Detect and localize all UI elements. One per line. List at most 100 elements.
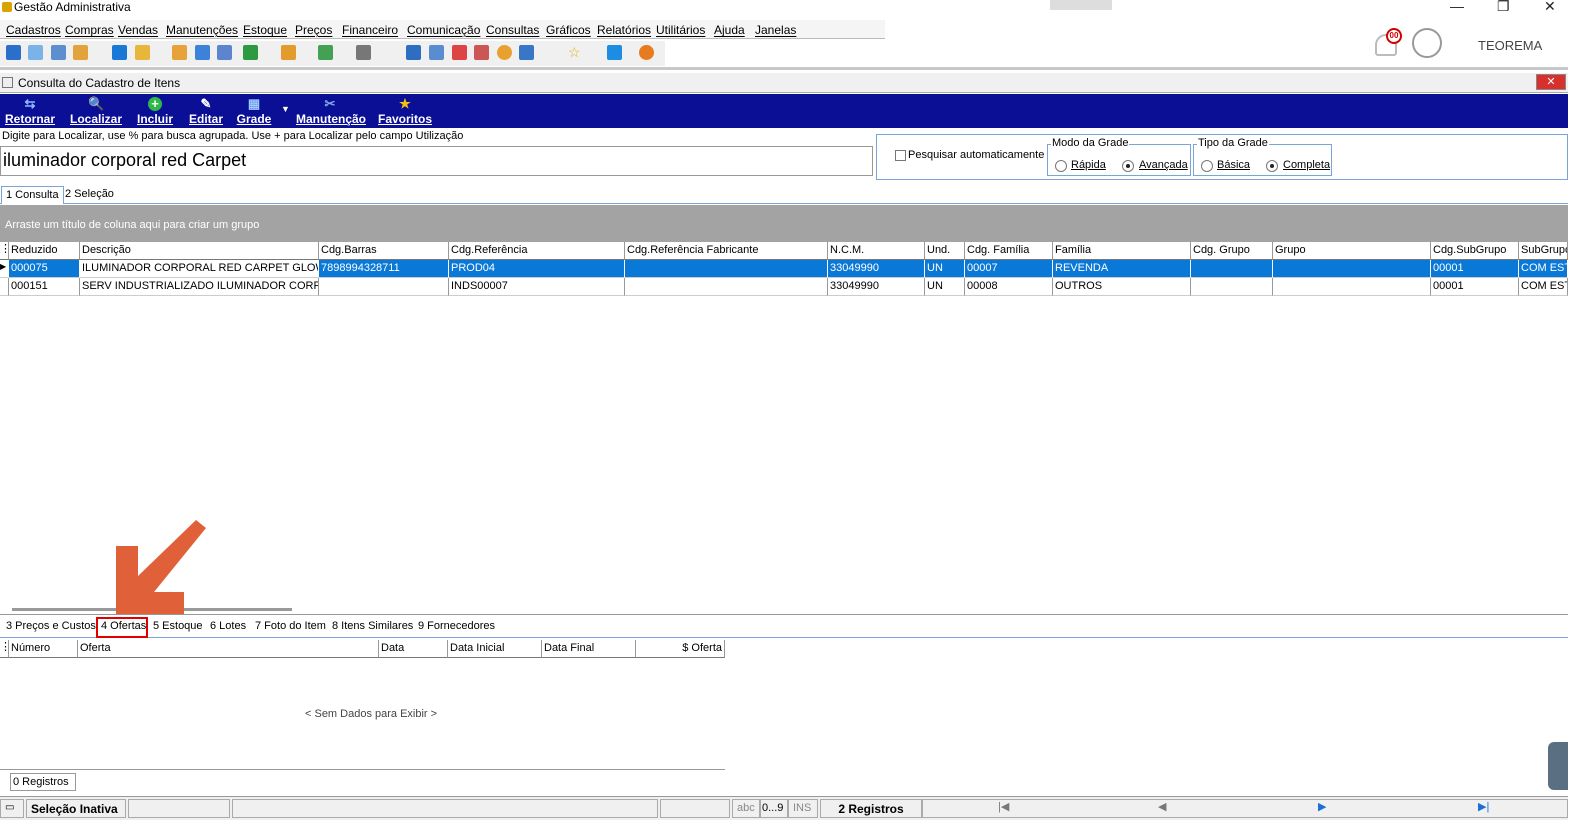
cell-cdg-subgrupo[interactable]: 00001 [1431, 278, 1519, 296]
col-familia[interactable]: Família [1053, 242, 1191, 260]
cell-cdg-subgrupo[interactable]: 00001 [1431, 260, 1519, 278]
menu-consultas[interactable]: Consultas [486, 23, 539, 37]
cell-cdg-ref-fabricante[interactable] [625, 260, 828, 278]
toolbar-icon-4[interactable] [73, 45, 88, 60]
menu-compras[interactable]: Compras [65, 23, 114, 37]
toolbar-icon-14[interactable] [406, 45, 421, 60]
last-record-icon[interactable]: ▶| [1478, 800, 1489, 813]
toolbar-icon-10[interactable] [243, 45, 258, 60]
col-data[interactable]: Data [379, 640, 448, 658]
cell-cdg-barras[interactable] [319, 278, 449, 296]
cell-descricao[interactable]: SERV INDUSTRIALIZADO ILUMINADOR CORPORAL [80, 278, 319, 296]
cell-subgrupo[interactable]: COM EST [1519, 278, 1568, 296]
toolbar-icon-12[interactable] [318, 45, 333, 60]
cell-grupo[interactable] [1273, 260, 1431, 278]
toolbar-icon-5[interactable] [112, 45, 127, 60]
cell-grupo[interactable] [1273, 278, 1431, 296]
cell-cdg-barras[interactable]: 7898994328711 [319, 260, 449, 278]
form-close-button[interactable]: ✕ [1536, 74, 1566, 90]
maximize-icon[interactable]: ❐ [1497, 0, 1510, 15]
col-und[interactable]: Und. [925, 242, 965, 260]
table-row[interactable]: 000151 SERV INDUSTRIALIZADO ILUMINADOR C… [0, 278, 1568, 296]
toolbar-icon-17[interactable] [474, 45, 489, 60]
modo-avancada-radio[interactable] [1122, 160, 1134, 172]
col-subgrupo[interactable]: SubGrupo [1519, 242, 1568, 260]
toolbar-icon-13[interactable] [356, 45, 371, 60]
toolbar-icon-1[interactable] [6, 45, 21, 60]
col-cdg-familia[interactable]: Cdg. Família [965, 242, 1053, 260]
toolbar-icon-11[interactable] [281, 45, 296, 60]
editar-button[interactable]: ✎ Editar [188, 97, 224, 127]
cell-cdg-referencia[interactable]: PROD04 [449, 260, 625, 278]
minimize-icon[interactable]: — [1450, 0, 1464, 14]
col-ncm[interactable]: N.C.M. [828, 242, 925, 260]
menu-vendas[interactable]: Vendas [118, 23, 158, 37]
manutencao-button[interactable]: ✂ Manutenção [296, 97, 366, 127]
toolbar-icon-15[interactable] [429, 45, 444, 60]
grade-dropdown-arrow[interactable]: ▼ [281, 104, 290, 114]
col-cdg-referencia[interactable]: Cdg.Referência [449, 242, 625, 260]
cell-cdg-familia[interactable]: 00007 [965, 260, 1053, 278]
first-record-icon[interactable]: |◀ [998, 800, 1009, 813]
search-input[interactable]: iluminador corporal red Carpet [0, 146, 873, 176]
calendar-icon[interactable] [452, 45, 467, 60]
cell-cdg-grupo[interactable] [1191, 260, 1273, 278]
col-descricao[interactable]: Descrição [80, 242, 319, 260]
col-grupo[interactable]: Grupo [1273, 242, 1431, 260]
tab-itens-similares[interactable]: 8 Itens Similares [332, 620, 413, 632]
menu-ajuda[interactable]: Ajuda [714, 23, 745, 37]
tab-precos-custos[interactable]: 3 Preços e Custos [6, 620, 96, 632]
prior-record-icon[interactable]: ◀ [1158, 800, 1166, 813]
cell-cdg-ref-fabricante[interactable] [625, 278, 828, 296]
modo-rapida-radio[interactable] [1055, 160, 1067, 172]
cell-cdg-grupo[interactable] [1191, 278, 1273, 296]
col-cdg-subgrupo[interactable]: Cdg.SubGrupo [1431, 242, 1519, 260]
table-row[interactable]: ▶ 000075 ILUMINADOR CORPORAL RED CARPET … [0, 260, 1568, 278]
tipo-completa-radio[interactable] [1266, 160, 1278, 172]
cell-ncm[interactable]: 33049990 [828, 278, 925, 296]
column-chooser-icon[interactable]: ⋮ [0, 640, 9, 658]
menu-graficos[interactable]: Gráficos [546, 23, 591, 37]
tab-fornecedores[interactable]: 9 Fornecedores [418, 620, 495, 632]
toolbar-icon-2[interactable] [28, 45, 43, 60]
menu-precos[interactable]: Preços [295, 23, 332, 37]
tab-estoque[interactable]: 5 Estoque [153, 620, 203, 632]
tab-lotes[interactable]: 6 Lotes [210, 620, 246, 632]
menu-utilitarios[interactable]: Utilitários [656, 23, 705, 37]
col-oferta[interactable]: Oferta [78, 640, 379, 658]
cell-cdg-referencia[interactable]: INDS00007 [449, 278, 625, 296]
menu-janelas[interactable]: Janelas [755, 23, 796, 37]
cell-und[interactable]: UN [925, 278, 965, 296]
col-data-final[interactable]: Data Final [542, 640, 636, 658]
col-cdg-barras[interactable]: Cdg.Barras [319, 242, 449, 260]
favoritos-button[interactable]: ★ Favoritos [378, 97, 432, 127]
col-reduzido[interactable]: Reduzido [9, 242, 80, 260]
user-avatar-icon[interactable] [1412, 28, 1442, 58]
toolbar-icon-3[interactable] [51, 45, 66, 60]
cell-reduzido[interactable]: 000151 [9, 278, 80, 296]
side-panel-handle-icon[interactable] [1548, 742, 1568, 790]
localizar-button[interactable]: 🔍 Localizar [70, 97, 122, 127]
tab-consulta[interactable]: 1 Consulta [1, 186, 64, 204]
toolbar-icon-19[interactable] [519, 45, 534, 60]
toolbar-icon-9[interactable] [217, 45, 232, 60]
auto-search-checkbox[interactable] [895, 150, 906, 161]
toolbar-icon-18[interactable] [497, 45, 512, 60]
column-chooser-icon[interactable]: ⋮ [0, 242, 9, 260]
mdi-controls[interactable] [1050, 0, 1112, 10]
close-window-icon[interactable]: ✕ [1544, 0, 1556, 15]
toolbar-icon-8[interactable] [195, 45, 210, 60]
cell-und[interactable]: UN [925, 260, 965, 278]
grade-button[interactable]: ▦ Grade [236, 97, 272, 127]
cell-familia[interactable]: REVENDA [1053, 260, 1191, 278]
menu-estoque[interactable]: Estoque [243, 23, 287, 37]
power-icon[interactable] [639, 45, 654, 60]
col-data-inicial[interactable]: Data Inicial [448, 640, 542, 658]
cell-cdg-familia[interactable]: 00008 [965, 278, 1053, 296]
incluir-button[interactable]: + Incluir [136, 97, 174, 127]
cell-subgrupo[interactable]: COM EST [1519, 260, 1568, 278]
group-by-panel[interactable]: Arraste um título de coluna aqui para cr… [0, 205, 1568, 242]
tab-selecao[interactable]: 2 Seleção [61, 186, 118, 204]
menu-financeiro[interactable]: Financeiro [342, 23, 398, 37]
next-record-icon[interactable]: ▶ [1318, 800, 1326, 813]
